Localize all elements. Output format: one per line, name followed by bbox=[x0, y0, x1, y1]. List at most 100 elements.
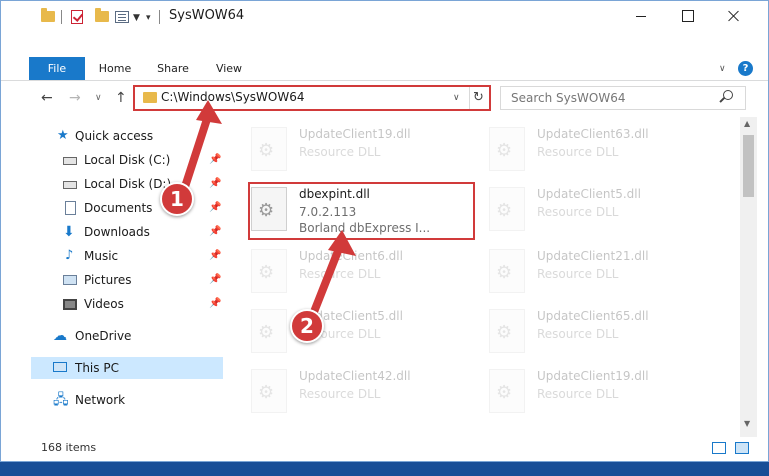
scroll-down-icon[interactable]: ▼ bbox=[744, 419, 750, 428]
tab-share[interactable]: Share bbox=[151, 57, 195, 81]
dll-file-icon bbox=[251, 369, 287, 413]
onedrive-icon: ☁ bbox=[53, 328, 67, 344]
properties-check-icon[interactable] bbox=[71, 10, 83, 24]
file-name: UpdateClient19.dll bbox=[537, 369, 649, 383]
sidebar-item-label: Quick access bbox=[75, 129, 154, 143]
sidebar-item-label: Videos bbox=[84, 297, 124, 311]
navigation-pane: ★ Quick access Local Disk (C:) 📌 Local D… bbox=[1, 117, 225, 437]
scroll-up-icon[interactable]: ▲ bbox=[744, 119, 750, 128]
network-icon: 🖧 bbox=[53, 392, 69, 408]
tab-file[interactable]: File bbox=[29, 57, 85, 81]
pictures-icon bbox=[63, 275, 77, 285]
expand-ribbon-icon[interactable]: ∨ bbox=[719, 64, 726, 74]
sidebar-item-music[interactable]: ♪ Music 📌 bbox=[1, 245, 225, 267]
sidebar-item-label: Music bbox=[84, 249, 119, 263]
sidebar-item-downloads[interactable]: ⬇ Downloads 📌 bbox=[1, 221, 225, 243]
back-arrow-icon[interactable]: ← bbox=[41, 90, 53, 106]
file-item[interactable]: UpdateClient19.dll Resource DLL bbox=[489, 365, 719, 421]
new-folder-icon[interactable] bbox=[95, 8, 109, 22]
rename-icon[interactable] bbox=[115, 11, 129, 23]
pin-icon[interactable]: 📌 bbox=[209, 269, 221, 291]
sidebar-item-videos[interactable]: Videos 📌 bbox=[1, 293, 225, 315]
up-arrow-icon[interactable]: ↑ bbox=[115, 90, 127, 106]
sidebar-item-onedrive[interactable]: ☁ OneDrive bbox=[1, 325, 225, 347]
close-button[interactable] bbox=[710, 1, 756, 31]
pin-icon[interactable]: 📌 bbox=[209, 197, 221, 219]
title-divider bbox=[159, 10, 160, 24]
sidebar-item-pictures[interactable]: Pictures 📌 bbox=[1, 269, 225, 291]
dll-file-icon bbox=[489, 309, 525, 353]
maximize-button[interactable] bbox=[664, 1, 710, 31]
file-description: Resource DLL bbox=[537, 387, 619, 401]
dll-file-icon bbox=[251, 127, 287, 171]
file-item[interactable]: UpdateClient5.dll Resource DLL bbox=[489, 183, 719, 239]
quick-access-dropdown-icon[interactable]: ▼ bbox=[133, 13, 140, 23]
help-icon[interactable]: ? bbox=[738, 61, 753, 76]
file-name: UpdateClient65.dll bbox=[537, 309, 649, 323]
file-description: Resource DLL bbox=[537, 267, 619, 281]
sidebar-item-label: Downloads bbox=[84, 225, 150, 239]
disk-icon bbox=[63, 181, 77, 189]
file-description: Resource DLL bbox=[299, 387, 381, 401]
pin-icon[interactable]: 📌 bbox=[209, 293, 221, 315]
large-icons-view-icon[interactable] bbox=[735, 442, 749, 454]
search-icon[interactable] bbox=[723, 90, 733, 100]
disk-icon bbox=[63, 157, 77, 165]
callout-step-1: 1 bbox=[160, 182, 194, 216]
file-name: UpdateClient21.dll bbox=[537, 249, 649, 263]
forward-arrow-icon[interactable]: → bbox=[69, 90, 81, 106]
scrollbar-thumb[interactable] bbox=[743, 135, 754, 197]
search-placeholder: Search SysWOW64 bbox=[511, 91, 626, 105]
address-highlight-box bbox=[133, 85, 491, 111]
dll-file-icon bbox=[251, 309, 287, 353]
file-item[interactable]: UpdateClient6.dll Resource DLL bbox=[251, 245, 481, 301]
file-item[interactable]: UpdateClient63.dll Resource DLL bbox=[489, 123, 719, 179]
window-title: SysWOW64 bbox=[169, 8, 245, 23]
sidebar-item-local-disk-c[interactable]: Local Disk (C:) 📌 bbox=[1, 149, 225, 171]
sidebar-item-network[interactable]: 🖧 Network bbox=[1, 389, 225, 411]
file-item[interactable]: UpdateClient42.dll Resource DLL bbox=[251, 365, 481, 421]
file-name: UpdateClient5.dll bbox=[537, 187, 641, 201]
sidebar-item-label: This PC bbox=[75, 361, 119, 375]
pin-icon[interactable]: 📌 bbox=[209, 149, 221, 171]
pin-icon[interactable]: 📌 bbox=[209, 173, 221, 195]
sidebar-item-this-pc[interactable]: This PC bbox=[31, 357, 223, 379]
sidebar-item-label: Documents bbox=[84, 201, 153, 215]
minimize-button[interactable] bbox=[618, 1, 664, 31]
file-item[interactable]: UpdateClient65.dll Resource DLL bbox=[489, 305, 719, 361]
star-icon: ★ bbox=[57, 128, 69, 143]
tab-view[interactable]: View bbox=[209, 57, 249, 81]
download-icon: ⬇ bbox=[63, 224, 75, 240]
file-item[interactable]: UpdateClient5.dll Resource DLL bbox=[251, 305, 481, 361]
file-item[interactable]: UpdateClient19.dll Resource DLL bbox=[251, 123, 481, 179]
file-name: UpdateClient42.dll bbox=[299, 369, 411, 383]
sidebar-item-label: OneDrive bbox=[75, 329, 132, 343]
details-view-icon[interactable] bbox=[712, 442, 726, 454]
dll-file-icon bbox=[251, 249, 287, 293]
file-highlight-box bbox=[248, 182, 475, 240]
sidebar-item-label: Local Disk (C:) bbox=[84, 153, 171, 167]
music-icon: ♪ bbox=[65, 248, 74, 263]
documents-icon bbox=[65, 201, 76, 215]
file-description: Resource DLL bbox=[299, 267, 381, 281]
pin-icon[interactable]: 📌 bbox=[209, 245, 221, 267]
sidebar-item-quick-access[interactable]: ★ Quick access bbox=[1, 125, 225, 147]
file-description: Resource DLL bbox=[299, 145, 381, 159]
pin-icon[interactable]: 📌 bbox=[209, 221, 221, 243]
vertical-scrollbar[interactable]: ▲ ▼ bbox=[740, 117, 757, 437]
file-description: Resource DLL bbox=[537, 205, 619, 219]
recent-locations-icon[interactable]: ∨ bbox=[95, 93, 102, 103]
file-description: Resource DLL bbox=[537, 327, 619, 341]
callout-step-2: 2 bbox=[290, 309, 324, 343]
tab-home[interactable]: Home bbox=[93, 57, 137, 81]
sidebar-item-label: Local Disk (D:) bbox=[84, 177, 172, 191]
dll-file-icon bbox=[489, 249, 525, 293]
dll-file-icon bbox=[489, 369, 525, 413]
file-description: Resource DLL bbox=[537, 145, 619, 159]
toolbar-divider bbox=[61, 10, 62, 24]
sidebar-item-label: Pictures bbox=[84, 273, 132, 287]
customize-toolbar-icon[interactable]: ▾ bbox=[146, 13, 151, 23]
sidebar-item-label: Network bbox=[75, 393, 126, 407]
file-item[interactable]: UpdateClient21.dll Resource DLL bbox=[489, 245, 719, 301]
file-name: UpdateClient63.dll bbox=[537, 127, 649, 141]
